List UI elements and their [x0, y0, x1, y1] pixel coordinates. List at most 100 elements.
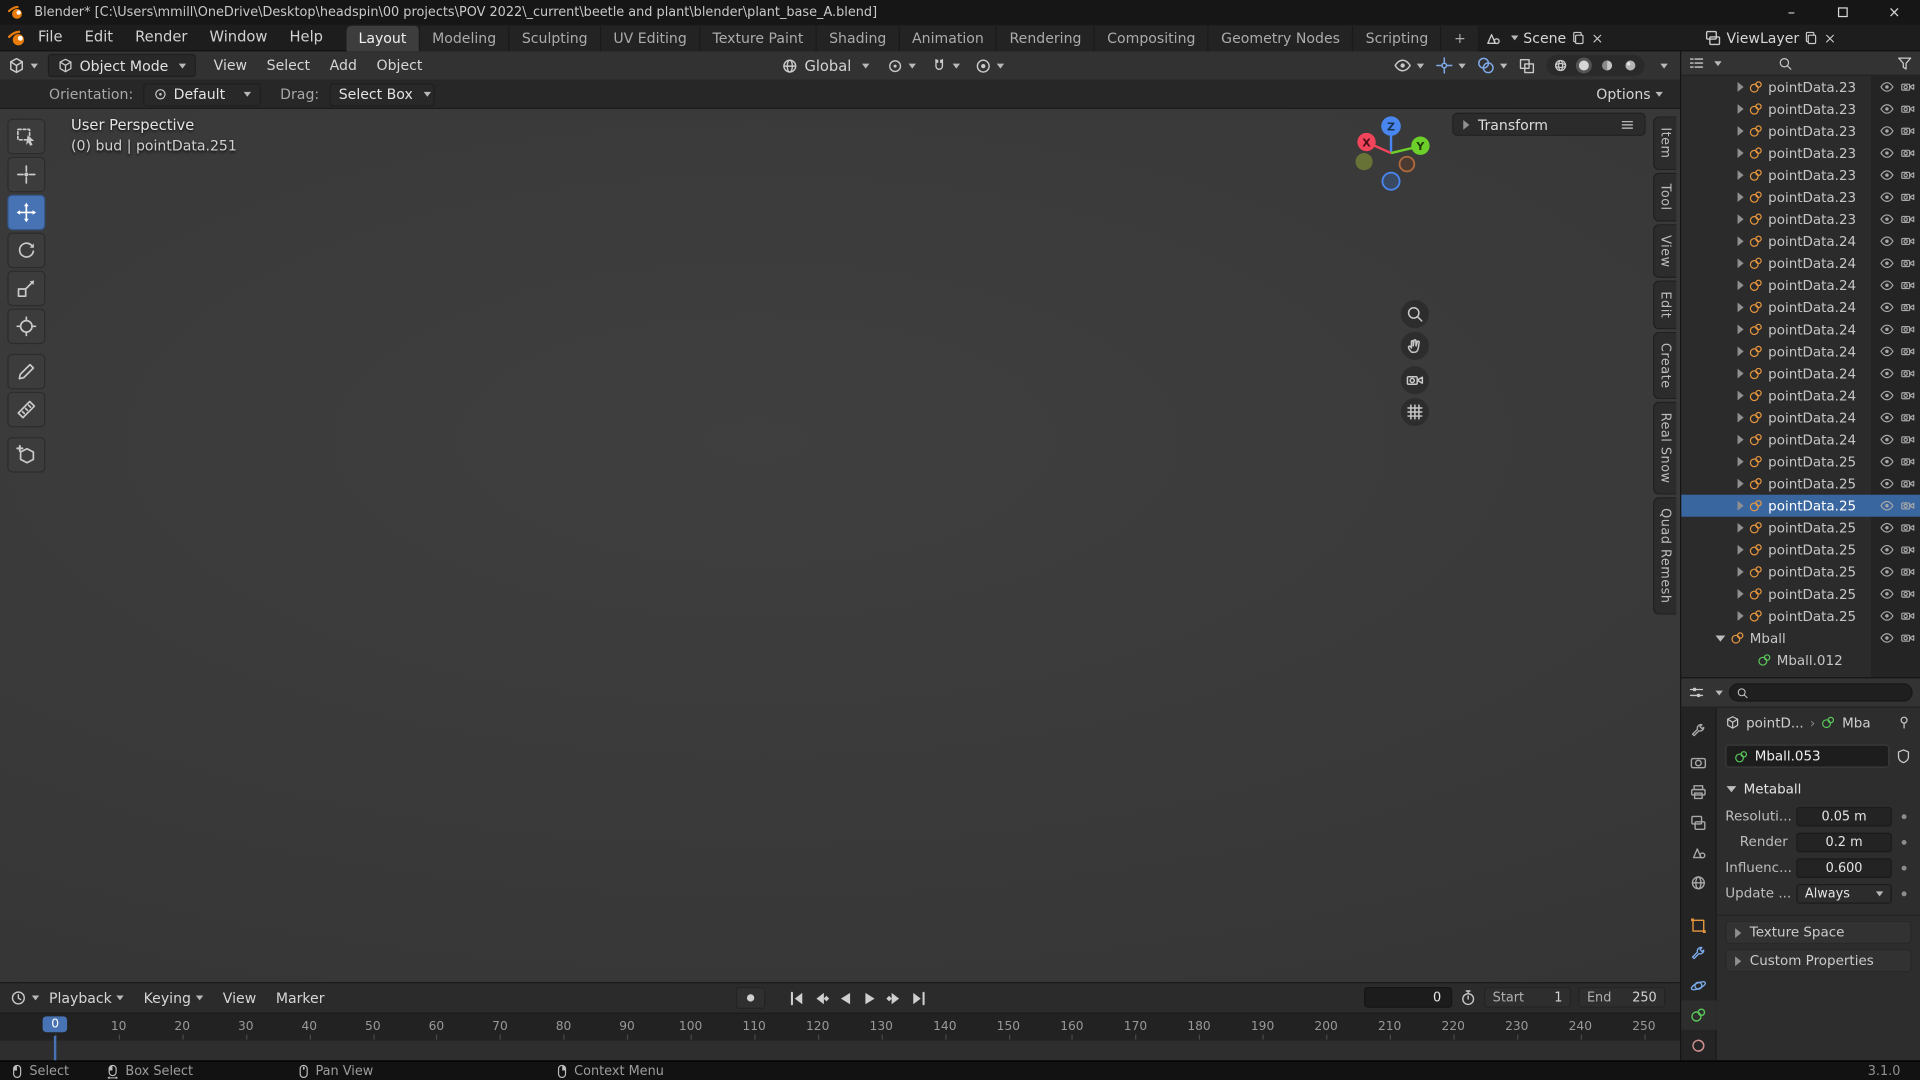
panel-expand-icon[interactable] [1463, 119, 1469, 129]
expand-right-icon[interactable] [1738, 148, 1744, 158]
render-camera-icon[interactable] [1900, 388, 1915, 403]
expand-right-icon[interactable] [1738, 258, 1744, 268]
panel-custom-properties[interactable]: Custom Properties [1725, 949, 1911, 972]
outliner-row[interactable]: pointData.25 [1681, 451, 1920, 473]
tool-scale-button[interactable] [7, 271, 45, 307]
outliner-row[interactable]: pointData.25 [1681, 495, 1920, 517]
properties-tab-render[interactable] [1681, 748, 1717, 778]
expand-right-icon[interactable] [1738, 369, 1744, 379]
outliner-row[interactable]: pointData.25 [1681, 517, 1920, 539]
axis-neg-z-handle[interactable] [1382, 173, 1399, 190]
visibility-eye-icon[interactable] [1880, 587, 1895, 602]
expand-right-icon[interactable] [1738, 214, 1744, 224]
outliner-row[interactable]: pointData.25 [1681, 605, 1920, 627]
remove-viewlayer-icon[interactable] [1824, 31, 1837, 44]
visibility-eye-icon[interactable] [1880, 454, 1895, 469]
outliner-row[interactable]: pointData.23 [1681, 142, 1920, 164]
visibility-eye-icon[interactable] [1880, 498, 1895, 513]
visibility-eye-icon[interactable] [1880, 168, 1895, 183]
visibility-eye-icon[interactable] [1880, 631, 1895, 646]
outliner-row[interactable]: pointData.24 [1681, 252, 1920, 274]
outliner-row[interactable]: pointData.23 [1681, 208, 1920, 230]
visibility-eye-icon[interactable] [1880, 476, 1895, 491]
close-button[interactable]: × [1869, 0, 1920, 24]
material-shading-icon[interactable] [1599, 58, 1615, 74]
mode-dropdown[interactable]: Object Mode [48, 54, 197, 77]
expand-right-icon[interactable] [1738, 280, 1744, 290]
jump-start-button[interactable] [785, 987, 807, 1009]
properties-tab-material[interactable] [1681, 1030, 1717, 1060]
timeline-menu-view[interactable]: View [213, 983, 266, 1012]
metaball-panel-header[interactable]: Metaball [1717, 775, 1920, 802]
gizmo-dropdown[interactable] [1435, 56, 1466, 74]
visibility-eye-icon[interactable] [1880, 80, 1895, 95]
shading-dropdown-chevron[interactable] [1660, 63, 1667, 68]
timeline-menu-playback[interactable]: Playback [39, 983, 134, 1012]
properties-tab-scene[interactable] [1681, 838, 1717, 868]
viewport-3d-scene[interactable] [0, 109, 1680, 982]
outliner-row[interactable]: pointData.25 [1681, 473, 1920, 495]
pin-icon[interactable] [1897, 715, 1912, 730]
zoom-button[interactable] [1401, 300, 1429, 328]
outliner-row[interactable]: pointData.24 [1681, 384, 1920, 406]
render-camera-icon[interactable] [1900, 146, 1915, 161]
expand-right-icon[interactable] [1738, 611, 1744, 621]
workspace-tab-geometry-nodes[interactable]: Geometry Nodes [1209, 25, 1354, 51]
properties-tab-object[interactable] [1681, 910, 1717, 940]
visibility-eye-icon[interactable] [1880, 278, 1895, 293]
expand-right-icon[interactable] [1738, 479, 1744, 489]
visibility-eye-icon[interactable] [1880, 366, 1895, 381]
outliner-row[interactable]: pointData.24 [1681, 274, 1920, 296]
workspace-tab-compositing[interactable]: Compositing [1095, 25, 1209, 51]
options-dropdown[interactable]: Options [1596, 86, 1663, 103]
visibility-eye-icon[interactable] [1880, 388, 1895, 403]
properties-tab-view-layer[interactable] [1681, 808, 1717, 838]
drag-dropdown[interactable]: Select Box [329, 83, 434, 106]
tool-measure-button[interactable] [7, 392, 45, 428]
maximize-button[interactable] [1817, 0, 1868, 24]
start-frame-field[interactable]: Start1 [1484, 987, 1571, 1008]
visibility-eye-icon[interactable] [1880, 212, 1895, 227]
expand-right-icon[interactable] [1738, 523, 1744, 533]
outliner-row[interactable]: pointData.24 [1681, 296, 1920, 318]
prev-key-button[interactable] [809, 987, 831, 1009]
sidebar-tab-quad-remesh[interactable]: Quad Remesh [1653, 497, 1676, 614]
scene-selector[interactable]: Scene [1484, 24, 1604, 51]
visibility-eye-icon[interactable] [1880, 344, 1895, 359]
breadcrumb-object[interactable]: pointD... [1746, 714, 1804, 730]
expand-right-icon[interactable] [1738, 545, 1744, 555]
navigation-gizmo[interactable]: Z X Y [1347, 111, 1435, 199]
minimize-button[interactable]: – [1766, 0, 1817, 24]
viewport-3d[interactable]: User Perspective (0) bud | pointData.251… [0, 109, 1680, 982]
render-camera-icon[interactable] [1900, 190, 1915, 205]
rendered-shading-icon[interactable] [1622, 58, 1638, 74]
tool-transform-button[interactable] [7, 309, 45, 345]
outliner-row[interactable]: pointData.25 [1681, 583, 1920, 605]
visibility-eye-icon[interactable] [1880, 520, 1895, 535]
visibility-eye-icon[interactable] [1880, 542, 1895, 557]
workspace-tab-layout[interactable]: Layout [346, 25, 420, 51]
render-camera-icon[interactable] [1900, 410, 1915, 425]
viewport-menu-select[interactable]: Select [257, 51, 320, 80]
fake-user-icon[interactable] [1896, 748, 1912, 764]
panel-texture-space[interactable]: Texture Space [1725, 921, 1911, 944]
object-breadcrumb-icon[interactable] [1725, 715, 1740, 730]
render-camera-icon[interactable] [1900, 256, 1915, 271]
visibility-eye-icon[interactable] [1880, 102, 1895, 117]
render-camera-icon[interactable] [1900, 476, 1915, 491]
menu-file[interactable]: File [27, 24, 74, 51]
properties-tab-tool[interactable] [1681, 718, 1717, 748]
editor-type-icon[interactable] [7, 56, 25, 74]
playhead-line[interactable] [54, 1036, 56, 1062]
property-value-field[interactable]: 0.600 [1796, 858, 1892, 878]
sidebar-tab-item[interactable]: Item [1653, 116, 1676, 169]
timeline-menu-marker[interactable]: Marker [266, 983, 334, 1012]
render-camera-icon[interactable] [1900, 278, 1915, 293]
outliner-editor-icon[interactable] [1689, 55, 1705, 71]
visibility-eye-icon[interactable] [1880, 124, 1895, 139]
menu-render[interactable]: Render [124, 24, 198, 51]
expand-right-icon[interactable] [1738, 457, 1744, 467]
outliner-row[interactable]: Mball [1681, 627, 1920, 649]
playhead-chip[interactable]: 0 [43, 1016, 68, 1032]
timeline-editor-icon[interactable] [10, 989, 27, 1006]
